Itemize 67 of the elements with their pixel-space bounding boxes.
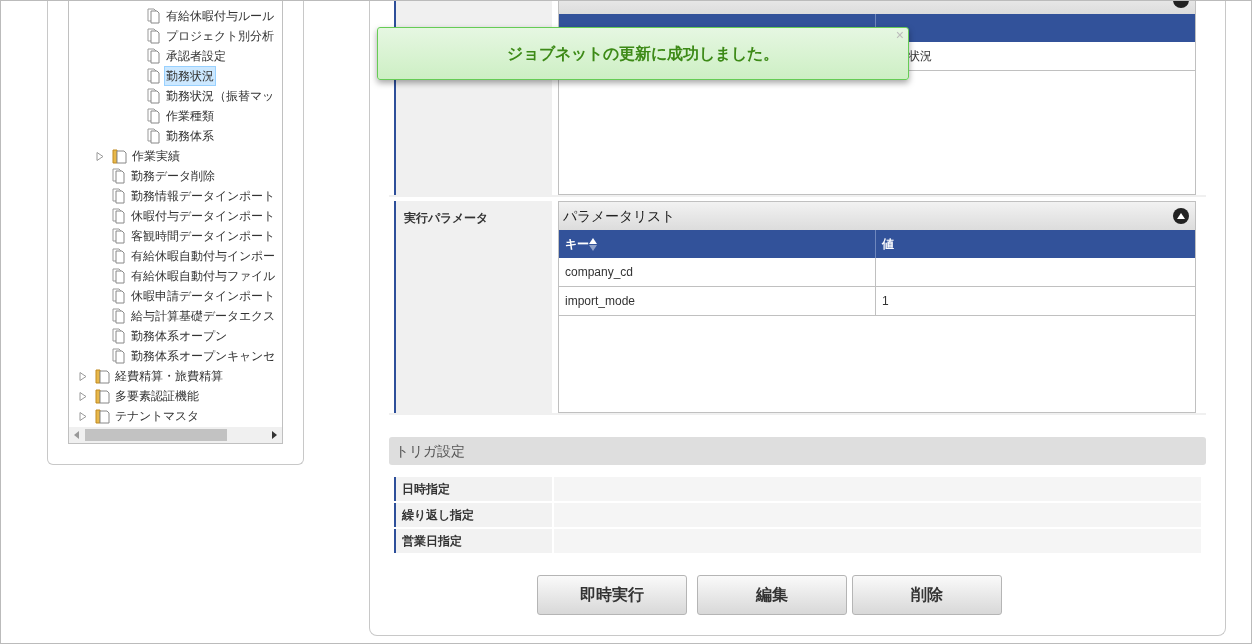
tree-item[interactable]: 多要素認証機能 bbox=[113, 386, 201, 406]
table-cell-text: import_mode bbox=[565, 293, 636, 310]
document-icon bbox=[147, 28, 161, 44]
tree-item[interactable]: 承認者設定 bbox=[164, 46, 228, 66]
column-header[interactable]: キー bbox=[565, 235, 589, 253]
folder-icon bbox=[95, 368, 110, 384]
document-icon bbox=[112, 308, 126, 324]
section-title: トリガ設定 bbox=[395, 441, 465, 461]
action-button[interactable]: 即時実行 bbox=[537, 575, 687, 615]
document-icon bbox=[147, 8, 161, 24]
action-button[interactable]: 削除 bbox=[852, 575, 1002, 615]
expand-arrow-icon[interactable] bbox=[79, 391, 87, 401]
field-label: 繰り返し指定 bbox=[402, 507, 474, 524]
document-icon bbox=[112, 168, 126, 184]
tree-item[interactable]: 客観時間データインポート bbox=[129, 226, 277, 246]
tree-item[interactable]: 勤務データ削除 bbox=[129, 166, 217, 186]
tree-item[interactable]: 勤務体系オープンキャンセ bbox=[129, 346, 277, 366]
horizontal-scrollbar[interactable] bbox=[69, 427, 282, 443]
document-icon bbox=[112, 328, 126, 344]
document-icon bbox=[112, 208, 126, 224]
folder-icon bbox=[95, 388, 110, 404]
collapse-icon[interactable] bbox=[1173, 208, 1189, 224]
table-cell-text: company_cd bbox=[565, 264, 634, 281]
scrollbar-thumb[interactable] bbox=[85, 429, 227, 441]
document-icon bbox=[112, 248, 126, 264]
tree-item[interactable]: 勤務体系 bbox=[164, 126, 216, 146]
tree-item[interactable]: 勤務情報データインポート bbox=[129, 186, 277, 206]
toast-message: ジョブネットの更新に成功しました。 bbox=[507, 43, 779, 64]
tree-item[interactable]: プロジェクト別分析 bbox=[164, 26, 276, 46]
folder-icon bbox=[112, 148, 127, 164]
tree-item[interactable]: 経費精算・旅費精算 bbox=[113, 366, 225, 386]
tree-item[interactable]: 作業種類 bbox=[164, 106, 216, 126]
document-icon bbox=[112, 288, 126, 304]
tree-item[interactable]: 有給休暇自動付与インポー bbox=[129, 246, 277, 266]
tree-item[interactable]: 休暇申請データインポート bbox=[129, 286, 277, 306]
document-icon bbox=[147, 108, 161, 124]
sort-icon[interactable] bbox=[589, 237, 597, 251]
tree-item[interactable]: 勤務状況（振替マッ bbox=[164, 86, 276, 106]
scroll-right-icon[interactable] bbox=[270, 431, 278, 439]
document-icon bbox=[112, 188, 126, 204]
tree-item[interactable]: 勤務体系オープン bbox=[129, 326, 229, 346]
folder-icon bbox=[95, 408, 110, 424]
expand-arrow-icon[interactable] bbox=[79, 371, 87, 381]
expand-arrow-icon[interactable] bbox=[79, 411, 87, 421]
document-icon bbox=[147, 68, 161, 84]
field-label: 実行パラメータ bbox=[404, 211, 488, 225]
document-icon bbox=[147, 128, 161, 144]
field-label: 日時指定 bbox=[402, 481, 450, 498]
scroll-left-icon[interactable] bbox=[73, 431, 81, 439]
tree-item[interactable]: 勤務状況 bbox=[164, 66, 216, 86]
tree-item[interactable]: 有給休暇自動付与ファイル bbox=[129, 266, 277, 286]
document-icon bbox=[147, 88, 161, 104]
tree-item[interactable]: 休暇付与データインポート bbox=[129, 206, 277, 226]
action-button[interactable]: 編集 bbox=[697, 575, 847, 615]
tree-item[interactable]: 作業実績 bbox=[130, 146, 182, 166]
document-icon bbox=[112, 348, 126, 364]
document-icon bbox=[147, 48, 161, 64]
field-label: 営業日指定 bbox=[402, 533, 462, 550]
column-header[interactable]: 値 bbox=[882, 235, 894, 253]
document-icon bbox=[112, 228, 126, 244]
panel-title: パラメータリスト bbox=[563, 206, 675, 226]
table-cell-text: 1 bbox=[882, 293, 889, 310]
document-icon bbox=[112, 268, 126, 284]
tree-item[interactable]: 給与計算基礎データエクス bbox=[129, 306, 277, 326]
tree-item[interactable]: テナントマスタ bbox=[113, 406, 201, 426]
tree-item[interactable]: 有給休暇付与ルール bbox=[164, 6, 276, 26]
expand-arrow-icon[interactable] bbox=[96, 151, 104, 161]
